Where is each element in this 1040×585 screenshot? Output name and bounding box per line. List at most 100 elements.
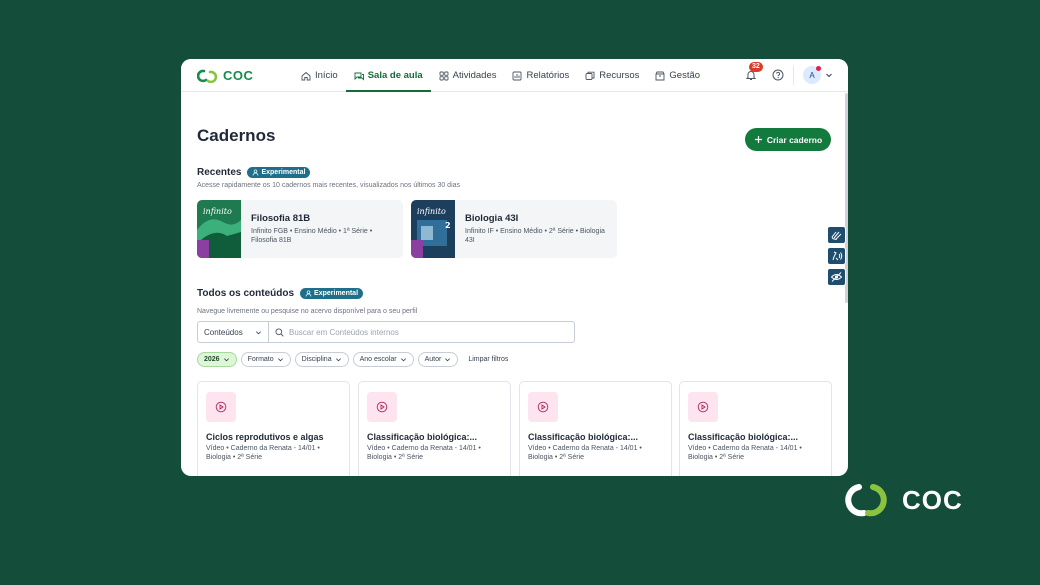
conteudos-heading: Todos os conteúdos Experimental (197, 288, 364, 299)
book-cover-image: infinito (197, 200, 241, 258)
divider (793, 66, 794, 85)
coc-logo-icon (845, 484, 887, 517)
content-meta: Vídeo • Caderno da Renata - 14/01 • Biol… (528, 445, 642, 461)
grid-icon (439, 71, 449, 80)
sign-language-button[interactable] (827, 226, 846, 244)
conteudos-title: Todos os conteúdos (197, 288, 295, 299)
visual-accessibility-button[interactable] (827, 268, 846, 286)
create-notebook-label: Criar caderno (766, 134, 823, 145)
content-type-select[interactable]: Conteúdos (198, 322, 269, 342)
content-meta: Vídeo • Caderno da Renata - 14/01 • Biol… (206, 445, 320, 461)
notebook-title: Filosofia 81B (251, 213, 311, 224)
chart-icon (513, 71, 522, 80)
coc-logo-icon (197, 69, 218, 83)
video-icon (528, 392, 558, 422)
filter-label: 2026 (204, 356, 220, 363)
book-cover-image: infinito 2 (411, 200, 455, 258)
filter-format[interactable]: Formato (240, 352, 291, 367)
status-dot (816, 66, 821, 71)
nav-label: Sala de aula (367, 70, 423, 81)
page-title: Cadernos (197, 126, 276, 145)
home-icon (301, 71, 311, 80)
filter-school-year[interactable]: Ano escolar (352, 352, 414, 367)
chevron-down-icon (256, 330, 261, 334)
logo-text: COC (223, 68, 254, 83)
chat-icon (354, 72, 364, 81)
folders-icon (585, 71, 595, 80)
content-title: Classificação biológica:... (528, 432, 639, 442)
ear-audio-icon (832, 251, 843, 261)
filter-author[interactable]: Autor (417, 352, 459, 367)
search-icon (275, 327, 284, 337)
help-icon[interactable] (772, 69, 784, 81)
svg-text:infinito: infinito (417, 207, 446, 216)
eye-slash-icon (830, 272, 843, 282)
recentes-heading: Recentes Experimental (197, 167, 311, 178)
experimental-badge-label: Experimental (261, 169, 306, 176)
chevron-down-icon (400, 358, 406, 362)
filter-label: Disciplina (301, 356, 332, 363)
sign-language-icon (831, 231, 842, 240)
video-icon (688, 392, 718, 422)
content-meta: Vídeo • Caderno da Renata - 14/01 • Biol… (367, 445, 481, 461)
notebook-meta: Infinito FGB • Ensino Médio • 1ª Série •… (251, 228, 373, 244)
conteudos-subtitle: Navegue livremente ou pesquise no acervo… (197, 308, 418, 315)
experimental-badge-label: Experimental (314, 290, 359, 297)
svg-text:infinito: infinito (203, 207, 232, 216)
filter-label: Autor (424, 356, 442, 363)
nav-item-recursos[interactable]: Recursos (577, 59, 647, 92)
nav-label: Gestão (669, 70, 701, 81)
content-meta: Vídeo • Caderno da Renata - 14/01 • Biol… (688, 445, 802, 461)
content-card[interactable]: Classificação biológica:... Vídeo • Cade… (679, 381, 832, 476)
box-icon (655, 71, 665, 80)
nav-item-gestao[interactable]: Gestão (647, 59, 708, 92)
nav-item-relatorios[interactable]: Relatórios (504, 59, 577, 92)
coc-logo[interactable]: COC (197, 68, 253, 83)
footer-logo-text: COC (902, 484, 963, 515)
content-title: Classificação biológica:... (688, 432, 799, 442)
svg-text:2: 2 (445, 221, 451, 230)
audio-description-button[interactable] (827, 247, 846, 265)
clear-filters-link[interactable]: Limpar filtros (468, 356, 508, 363)
content-card[interactable]: Ciclos reprodutivos e algas Vídeo • Cade… (197, 381, 350, 476)
chevron-down-icon[interactable] (825, 71, 833, 79)
search-input[interactable] (289, 327, 549, 337)
recentes-subtitle: Acesse rapidamente os 10 cadernos mais r… (197, 182, 461, 189)
user-icon (253, 169, 259, 176)
recentes-title: Recentes (197, 167, 242, 178)
content-title: Ciclos reprodutivos e algas (206, 432, 324, 442)
notification-badge: 32 (749, 62, 763, 72)
video-icon (367, 392, 397, 422)
nav-label: Início (315, 70, 338, 81)
notebook-title: Biologia 43I (465, 213, 519, 224)
nav-item-inicio[interactable]: Início (293, 59, 346, 92)
create-notebook-button[interactable]: Criar caderno (745, 128, 831, 151)
content-title: Classificação biológica:... (367, 432, 478, 442)
filter-bar: 2026 Formato Disciplina Ano escolar Auto… (197, 352, 508, 367)
search-bar: Conteúdos (197, 321, 575, 343)
nav-item-sala-de-aula[interactable]: Sala de aula (345, 59, 431, 92)
nav-label: Atividades (452, 70, 497, 81)
content-card[interactable]: Classificação biológica:... Vídeo • Cade… (358, 381, 511, 476)
plus-icon (754, 136, 762, 143)
chevron-down-icon (223, 358, 229, 362)
chevron-down-icon (445, 358, 451, 362)
chevron-down-icon (277, 358, 283, 362)
video-icon (206, 392, 236, 422)
filter-discipline[interactable]: Disciplina (294, 352, 349, 367)
notebook-card[interactable]: infinito Filosofia 81B Infinito FGB • En… (197, 200, 403, 258)
nav-label: Recursos (599, 70, 640, 81)
app-window: COC Início Sala de aula Atividades Relat… (181, 59, 848, 476)
content-card[interactable]: Classificação biológica:... Vídeo • Cade… (519, 381, 672, 476)
user-icon (305, 290, 312, 297)
chevron-down-icon (335, 358, 341, 362)
footer-coc-logo: COC (840, 481, 963, 519)
filter-label: Formato (247, 356, 274, 363)
filter-year[interactable]: 2026 (197, 352, 237, 367)
experimental-badge: Experimental (247, 167, 311, 178)
filter-label: Ano escolar (359, 356, 397, 363)
main-nav: Início Sala de aula Atividades Relatório… (293, 59, 708, 92)
notebook-card[interactable]: infinito 2 Biologia 43I Infinito IF • En… (411, 200, 617, 258)
nav-item-atividades[interactable]: Atividades (431, 59, 505, 92)
search-field (269, 322, 574, 342)
